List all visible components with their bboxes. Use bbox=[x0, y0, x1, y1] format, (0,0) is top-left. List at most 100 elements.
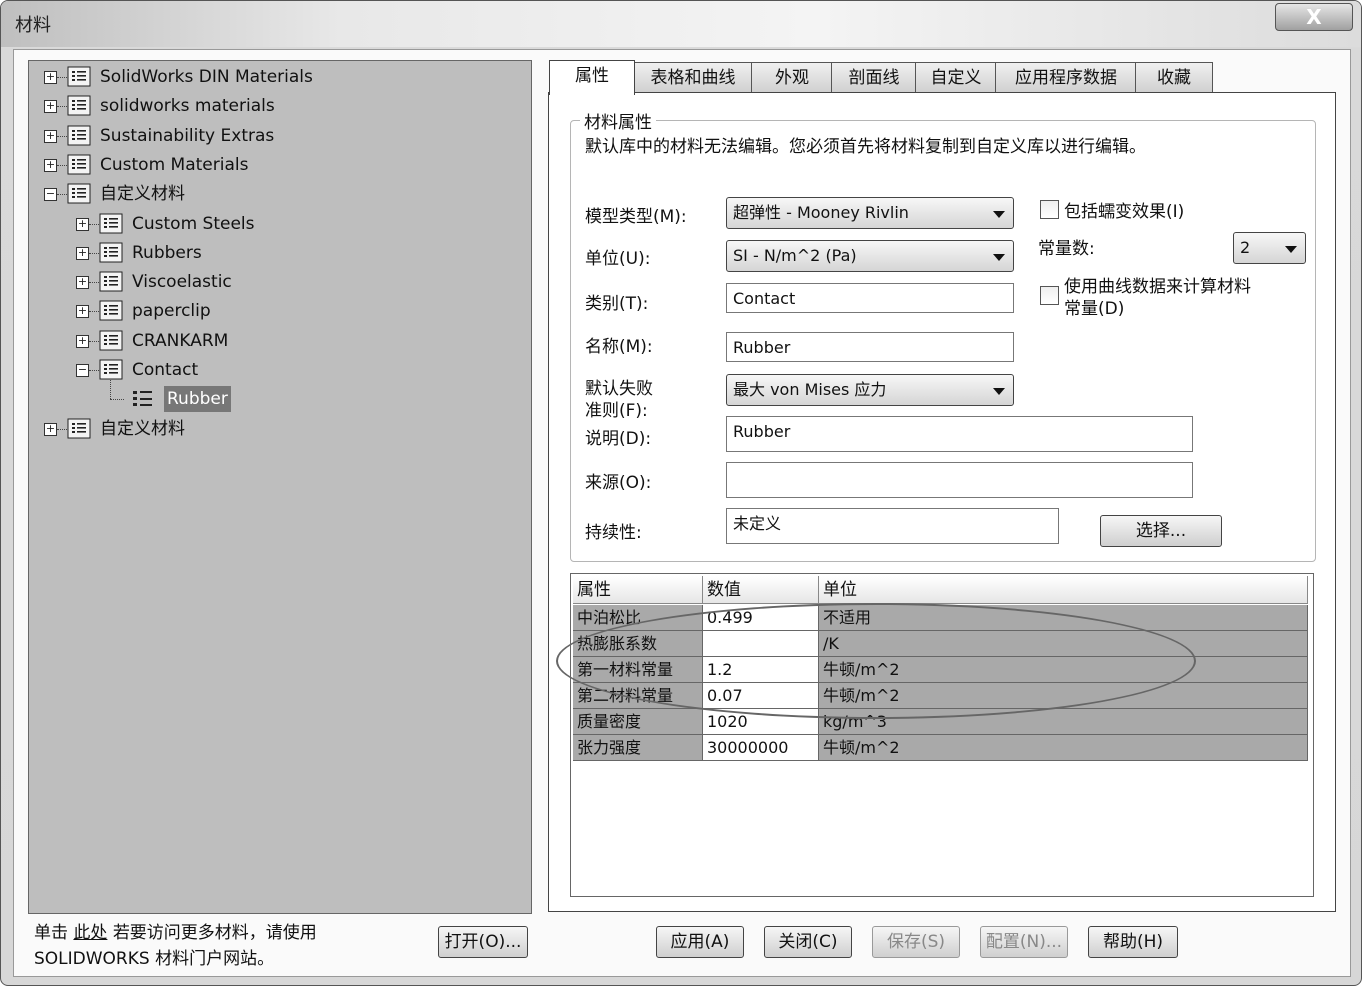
expand-icon[interactable]: + bbox=[44, 100, 57, 113]
table-cell-value[interactable] bbox=[703, 631, 819, 657]
tree-item-label: Rubber bbox=[164, 386, 231, 412]
curve-data-label-line2: 常量(D) bbox=[1064, 299, 1125, 319]
tab-properties[interactable]: 属性 bbox=[549, 60, 635, 95]
table-cell-value[interactable]: 1.2 bbox=[703, 657, 819, 683]
library-folder-icon bbox=[99, 359, 123, 380]
tab-tables-curves[interactable]: 表格和曲线 bbox=[633, 62, 753, 93]
dropdown-arrow-icon bbox=[993, 254, 1005, 261]
library-folder-icon bbox=[99, 242, 123, 263]
constants-count-value: 2 bbox=[1240, 238, 1251, 257]
description-label: 说明(D): bbox=[585, 429, 652, 449]
apply-button[interactable]: 应用(A) bbox=[656, 926, 744, 958]
help-button[interactable]: 帮助(H) bbox=[1088, 926, 1178, 958]
table-cell-property: 热膨胀系数 bbox=[573, 631, 703, 657]
hint-prefix: 单击 bbox=[34, 923, 68, 943]
column-header-value[interactable]: 数值 bbox=[703, 576, 819, 604]
table-cell-property: 中泊松比 bbox=[573, 605, 703, 631]
expand-icon[interactable]: + bbox=[76, 335, 89, 348]
failure-criterion-select[interactable]: 最大 von Mises 应力 bbox=[726, 374, 1014, 406]
select-button[interactable]: 选择... bbox=[1100, 515, 1222, 547]
table-cell-unit: /K bbox=[819, 631, 1308, 657]
portal-hint-line2: SOLIDWORKS 材料门户网站。 bbox=[34, 949, 275, 969]
expand-icon[interactable]: + bbox=[44, 159, 57, 172]
table-cell-property: 张力强度 bbox=[573, 735, 703, 761]
tree-item-label: Rubbers bbox=[132, 243, 202, 263]
tree-item-label: Viscoelastic bbox=[132, 272, 232, 292]
table-cell-property: 第二材料常量 bbox=[573, 683, 703, 709]
failure-criterion-value: 最大 von Mises 应力 bbox=[733, 380, 887, 399]
name-label: 名称(M): bbox=[585, 337, 653, 357]
tree-item-label: Custom Materials bbox=[100, 155, 249, 175]
tab-appearance[interactable]: 外观 bbox=[751, 62, 833, 93]
expand-icon[interactable]: + bbox=[76, 305, 89, 318]
library-folder-icon bbox=[67, 125, 91, 146]
tree-item-label: 自定义材料 bbox=[100, 419, 185, 439]
table-cell-value[interactable]: 0.07 bbox=[703, 683, 819, 709]
table-cell-property: 第一材料常量 bbox=[573, 657, 703, 683]
expand-icon[interactable]: + bbox=[76, 218, 89, 231]
sustainability-label: 持续性: bbox=[585, 523, 642, 543]
expand-icon[interactable]: + bbox=[44, 130, 57, 143]
tree-item-label: Custom Steels bbox=[132, 214, 255, 234]
tree-item-label: 自定义材料 bbox=[100, 184, 185, 204]
model-type-value: 超弹性 - Mooney Rivlin bbox=[733, 203, 909, 222]
expand-icon[interactable]: + bbox=[44, 71, 57, 84]
readonly-notice: 默认库中的材料无法编辑。您必须首先将材料复制到自定义库以进行编辑。 bbox=[585, 137, 1146, 157]
constants-count-label: 常量数: bbox=[1038, 239, 1095, 259]
sustainability-field[interactable]: 未定义 bbox=[726, 508, 1059, 544]
library-folder-icon bbox=[67, 66, 91, 87]
dropdown-arrow-icon bbox=[993, 388, 1005, 395]
unit-label: 单位(U): bbox=[585, 249, 651, 269]
expand-icon[interactable]: + bbox=[44, 423, 57, 436]
table-cell-value[interactable]: 30000000 bbox=[703, 735, 819, 761]
constants-count-select[interactable]: 2 bbox=[1233, 232, 1306, 264]
close-window-button[interactable]: X bbox=[1275, 3, 1353, 31]
table-cell-unit: 不适用 bbox=[819, 605, 1308, 631]
source-field[interactable] bbox=[726, 462, 1193, 498]
source-label: 来源(O): bbox=[585, 473, 652, 493]
tab-favorites[interactable]: 收藏 bbox=[1135, 62, 1213, 93]
unit-select[interactable]: SI - N/m^2 (Pa) bbox=[726, 240, 1014, 272]
save-button[interactable]: 保存(S) bbox=[872, 926, 960, 958]
tree-item-label: solidworks materials bbox=[100, 96, 275, 116]
window-title: 材料 bbox=[15, 15, 51, 36]
library-folder-icon bbox=[99, 271, 123, 292]
creep-label: 包括蠕变效果(I) bbox=[1064, 202, 1185, 222]
table-cell-value[interactable]: 0.499 bbox=[703, 605, 819, 631]
tab-app-data[interactable]: 应用程序数据 bbox=[995, 62, 1137, 93]
table-cell-unit: 牛顿/m^2 bbox=[819, 683, 1308, 709]
description-field[interactable]: Rubber bbox=[726, 416, 1193, 452]
tab-crosshatch[interactable]: 剖面线 bbox=[831, 62, 917, 93]
tree-item-label: Contact bbox=[132, 360, 199, 380]
name-field[interactable]: Rubber bbox=[726, 332, 1014, 362]
dropdown-arrow-icon bbox=[1285, 246, 1297, 253]
library-folder-icon bbox=[99, 300, 123, 321]
portal-hint: 单击 此处 若要访问更多材料，请使用 bbox=[34, 918, 317, 943]
close-button[interactable]: 关闭(C) bbox=[764, 926, 852, 958]
tree-connector bbox=[110, 399, 124, 400]
portal-link[interactable]: 此处 bbox=[73, 923, 107, 943]
category-field[interactable]: Contact bbox=[726, 283, 1014, 313]
tab-custom[interactable]: 自定义 bbox=[915, 62, 997, 93]
model-type-select[interactable]: 超弹性 - Mooney Rivlin bbox=[726, 197, 1014, 229]
column-header-unit[interactable]: 单位 bbox=[819, 576, 1308, 604]
hint-suffix: 若要访问更多材料，请使用 bbox=[112, 923, 317, 943]
tree-connector bbox=[110, 380, 111, 399]
expand-icon[interactable]: + bbox=[76, 247, 89, 260]
collapse-icon[interactable]: − bbox=[44, 188, 57, 201]
curve-data-checkbox[interactable] bbox=[1040, 286, 1059, 305]
config-button[interactable]: 配置(N)... bbox=[980, 926, 1068, 958]
table-cell-unit: kg/m^3 bbox=[819, 709, 1308, 735]
tree-item-label: paperclip bbox=[132, 301, 211, 321]
material-icon bbox=[133, 391, 152, 406]
table-cell-value[interactable]: 1020 bbox=[703, 709, 819, 735]
library-folder-icon bbox=[67, 95, 91, 116]
column-header-property[interactable]: 属性 bbox=[573, 576, 703, 604]
creep-checkbox[interactable] bbox=[1040, 200, 1059, 219]
failure-label-line2: 准则(F): bbox=[585, 401, 648, 421]
expand-icon[interactable]: + bbox=[76, 276, 89, 289]
open-button[interactable]: 打开(O)... bbox=[438, 926, 528, 958]
dropdown-arrow-icon bbox=[993, 211, 1005, 218]
library-folder-icon bbox=[99, 330, 123, 351]
collapse-icon[interactable]: − bbox=[76, 364, 89, 377]
